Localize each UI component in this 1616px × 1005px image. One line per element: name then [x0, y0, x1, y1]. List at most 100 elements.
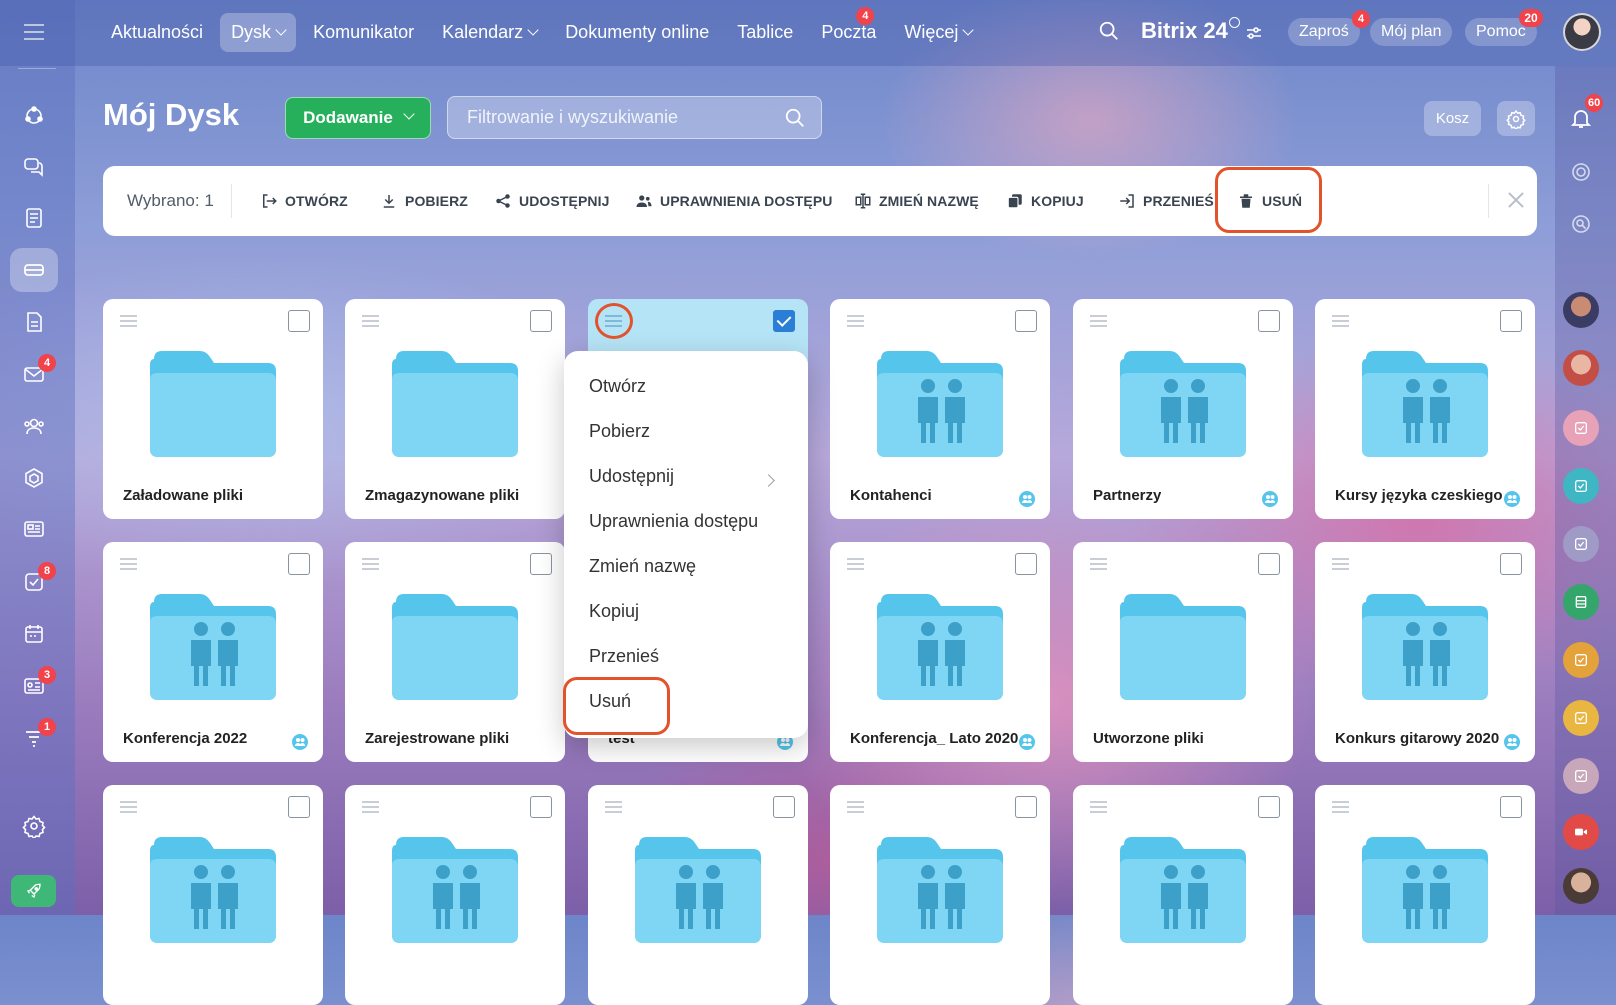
- nav-tab-news[interactable]: Aktualności: [100, 13, 214, 52]
- folder-card[interactable]: Konferencja 2022: [103, 542, 323, 762]
- toolbar-copy-button[interactable]: KOPIUJ: [1006, 189, 1084, 213]
- menu-item-copy[interactable]: Kopiuj: [589, 601, 639, 627]
- trash-button[interactable]: Kosz: [1424, 101, 1481, 136]
- drag-handle-icon[interactable]: [847, 315, 864, 327]
- search-icon[interactable]: [784, 107, 806, 134]
- folder-card[interactable]: Załadowane pliki: [103, 299, 323, 519]
- drag-handle-icon[interactable]: [1332, 558, 1349, 570]
- folder-card[interactable]: [103, 785, 323, 1005]
- folder-checkbox[interactable]: [288, 310, 310, 332]
- rocket-icon[interactable]: [11, 875, 56, 907]
- contact-avatar[interactable]: [1563, 350, 1599, 386]
- folder-checkbox[interactable]: [530, 553, 552, 575]
- folder-checkbox[interactable]: [530, 796, 552, 818]
- task-chat-icon[interactable]: [1563, 700, 1599, 736]
- folder-checkbox[interactable]: [1015, 553, 1037, 575]
- contact-avatar[interactable]: [1563, 292, 1599, 328]
- bell-icon[interactable]: 60: [1563, 94, 1604, 136]
- bitrix-logo[interactable]: Bitrix 24: [1141, 17, 1262, 44]
- drag-handle-icon[interactable]: [362, 801, 379, 813]
- folder-card[interactable]: Konferencja_ Lato 2020: [830, 542, 1050, 762]
- filter-search-input[interactable]: [448, 97, 778, 138]
- add-button[interactable]: Dodawanie: [285, 97, 431, 139]
- drag-handle-icon[interactable]: [1090, 558, 1107, 570]
- folder-card[interactable]: [588, 785, 808, 1005]
- folder-checkbox[interactable]: [530, 310, 552, 332]
- folder-checkbox[interactable]: [288, 796, 310, 818]
- toolbar-move-button[interactable]: PRZENIEŚ: [1118, 189, 1214, 213]
- feed-icon[interactable]: [10, 196, 58, 240]
- folder-checkbox[interactable]: [773, 796, 795, 818]
- nav-tab-calendar[interactable]: Kalendarz: [431, 13, 548, 52]
- task-chat-icon[interactable]: [1563, 758, 1599, 794]
- settings-icon[interactable]: [10, 804, 58, 848]
- folder-checkbox[interactable]: [1015, 310, 1037, 332]
- toolbar-permissions-button[interactable]: UPRAWNIENIA DOSTĘPU: [635, 189, 833, 213]
- user-avatar[interactable]: [1563, 13, 1601, 51]
- nav-tab-messenger[interactable]: Komunikator: [302, 13, 425, 52]
- menu-item-open[interactable]: Otwórz: [589, 376, 646, 402]
- gear-icon[interactable]: [1497, 101, 1535, 136]
- drag-handle-icon[interactable]: [362, 558, 379, 570]
- menu-item-share[interactable]: Udostępnij: [589, 466, 674, 492]
- folder-checkbox[interactable]: [1258, 553, 1280, 575]
- folder-checkbox[interactable]: [1500, 310, 1522, 332]
- folder-checkbox[interactable]: [1258, 796, 1280, 818]
- drag-handle-icon[interactable]: [1090, 315, 1107, 327]
- nav-tab-drive[interactable]: Dysk: [220, 12, 297, 52]
- drag-handle-icon[interactable]: [847, 558, 864, 570]
- help-button[interactable]: Pomoc 20: [1465, 9, 1543, 46]
- folder-card[interactable]: Kursy języka czeskiego: [1315, 299, 1535, 519]
- folder-card[interactable]: Zarejestrowane pliki: [345, 542, 565, 762]
- toolbar-delete-button[interactable]: USUŃ: [1237, 189, 1302, 213]
- menu-item-permissions[interactable]: Uprawnienia dostępu: [589, 511, 758, 537]
- workgroups-icon[interactable]: [10, 456, 58, 500]
- task-chat-icon[interactable]: [1563, 410, 1599, 446]
- video-call-icon[interactable]: [1563, 814, 1599, 850]
- folder-checkbox[interactable]: [288, 553, 310, 575]
- my-plan-button[interactable]: Mój plan: [1370, 18, 1453, 46]
- toolbar-open-button[interactable]: OTWÓRZ: [260, 189, 348, 213]
- folder-checkbox[interactable]: [1258, 310, 1280, 332]
- folder-checkbox[interactable]: [773, 310, 795, 332]
- calendar-icon[interactable]: [10, 612, 58, 656]
- toolbar-rename-button[interactable]: ZMIEŃ NAZWĘ: [854, 189, 979, 213]
- nav-tab-more[interactable]: Więcej: [893, 13, 983, 52]
- search-icon[interactable]: [1098, 20, 1120, 42]
- contacts-icon[interactable]: [10, 404, 58, 448]
- menu-item-delete[interactable]: Usuń: [589, 691, 631, 717]
- drag-handle-icon[interactable]: [605, 801, 622, 813]
- toolbar-share-button[interactable]: UDOSTĘPNIJ: [494, 189, 609, 213]
- menu-item-move[interactable]: Przenieś: [589, 646, 659, 672]
- contact-avatar[interactable]: [1563, 868, 1599, 904]
- news-icon[interactable]: 3: [10, 664, 58, 708]
- drag-handle-icon[interactable]: [1332, 315, 1349, 327]
- folder-checkbox[interactable]: [1500, 796, 1522, 818]
- task-chat-icon[interactable]: [1563, 642, 1599, 678]
- drag-handle-icon[interactable]: [120, 558, 137, 570]
- drag-handle-icon[interactable]: [362, 315, 379, 327]
- tasks-icon[interactable]: 8: [10, 560, 58, 604]
- folder-checkbox[interactable]: [1015, 796, 1037, 818]
- close-icon[interactable]: [1503, 187, 1529, 213]
- nav-tab-mail[interactable]: Poczta 4: [810, 6, 887, 52]
- drag-handle-icon[interactable]: [120, 801, 137, 813]
- target-icon[interactable]: [1563, 154, 1599, 190]
- nav-tab-online-documents[interactable]: Dokumenty online: [554, 13, 720, 52]
- folder-card[interactable]: [830, 785, 1050, 1005]
- folder-checkbox[interactable]: [1500, 553, 1522, 575]
- task-chat-icon[interactable]: [1563, 468, 1599, 504]
- folder-card[interactable]: Konkurs gitarowy 2020: [1315, 542, 1535, 762]
- invite-button[interactable]: Zaproś 4: [1288, 10, 1370, 46]
- filters-icon[interactable]: 1: [10, 716, 58, 760]
- chat-icon[interactable]: [10, 145, 58, 189]
- drag-handle-icon[interactable]: [605, 315, 622, 327]
- folder-card[interactable]: [1315, 785, 1535, 1005]
- activity-stream-icon[interactable]: [10, 94, 58, 138]
- search-chat-icon[interactable]: [1563, 206, 1599, 242]
- drag-handle-icon[interactable]: [847, 801, 864, 813]
- folder-card[interactable]: Kontahenci: [830, 299, 1050, 519]
- task-chat-icon[interactable]: [1563, 526, 1599, 562]
- mail-icon[interactable]: 4: [10, 352, 58, 396]
- nav-tab-boards[interactable]: Tablice: [726, 13, 804, 52]
